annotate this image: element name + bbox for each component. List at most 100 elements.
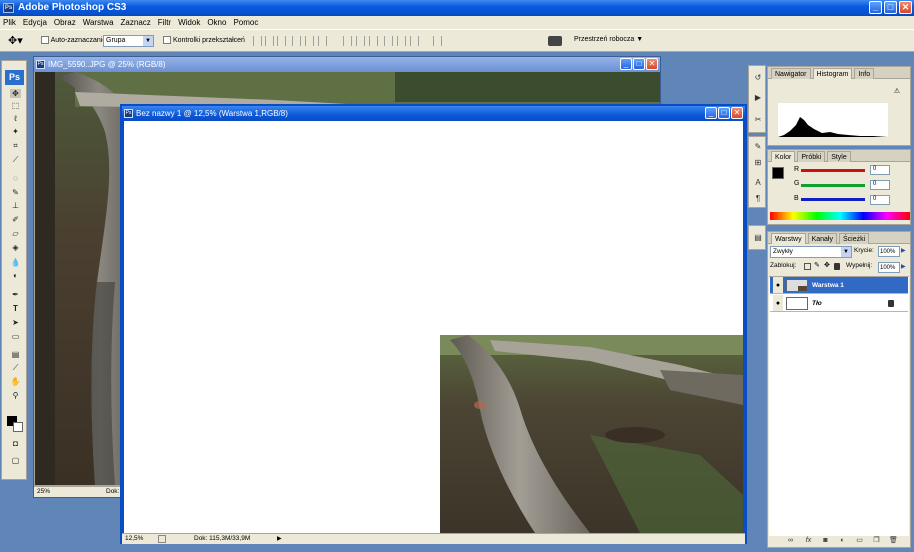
tool-presets-icon[interactable]: ✂: [752, 114, 764, 126]
tab-histogram[interactable]: Histogram: [812, 68, 853, 79]
align-top-icon[interactable]: [253, 36, 262, 46]
tab-styles[interactable]: Style: [827, 151, 851, 162]
link-icon[interactable]: ∞: [786, 536, 795, 545]
paint-bucket-tool-icon[interactable]: ◈: [10, 243, 21, 252]
brush-tool-icon[interactable]: ✎: [10, 188, 21, 197]
menu-file[interactable]: Plik: [3, 18, 16, 27]
tab-info[interactable]: Info: [854, 68, 875, 79]
tab-channels[interactable]: Kanały: [807, 233, 837, 244]
blend-mode-dropdown[interactable]: Zwykły ▼: [770, 246, 852, 258]
menu-view[interactable]: Widok: [178, 18, 200, 27]
background-color-swatch[interactable]: [13, 422, 23, 432]
menu-select[interactable]: Zaznacz: [121, 18, 151, 27]
lock-position-icon[interactable]: ✥: [824, 261, 830, 269]
menu-filter[interactable]: Filtr: [158, 18, 171, 27]
type-tool-icon[interactable]: T: [10, 304, 21, 313]
auto-select-checkbox[interactable]: [41, 36, 49, 44]
adjustment-icon[interactable]: ◐: [838, 536, 847, 545]
zoom-tool-icon[interactable]: ⚲: [10, 391, 21, 400]
crop-tool-icon[interactable]: ⌗: [10, 141, 21, 150]
fill-input[interactable]: 100%: [878, 262, 900, 273]
align-right-icon[interactable]: [318, 36, 327, 46]
status-menu-icon[interactable]: [158, 535, 166, 543]
warning-icon[interactable]: ⚠: [894, 87, 900, 95]
align-vcenter-icon[interactable]: [265, 36, 274, 46]
eyedropper-tool-icon[interactable]: ⟋: [10, 363, 21, 372]
channel-g-slider[interactable]: [801, 184, 865, 187]
move-tool-icon[interactable]: ✥: [10, 89, 21, 98]
lock-transparency-icon[interactable]: [804, 263, 811, 270]
layer-row-warstwa1[interactable]: ● Warstwa 1: [770, 277, 908, 294]
menu-layer[interactable]: Warstwa: [83, 18, 114, 27]
zoom-level[interactable]: 12,5%: [125, 534, 143, 544]
doc-close-button[interactable]: ✕: [646, 58, 658, 70]
notes-tool-icon[interactable]: ▤: [10, 350, 21, 359]
magic-wand-tool-icon[interactable]: ✦: [10, 127, 21, 136]
pen-tool-icon[interactable]: ✒: [10, 290, 21, 299]
layer-row-background[interactable]: ● Tło: [770, 295, 908, 312]
distribute-vcenter-icon[interactable]: [356, 36, 365, 46]
doc-maximize-button[interactable]: □: [718, 107, 730, 119]
channel-r-slider[interactable]: [801, 169, 865, 172]
channel-b-value[interactable]: 0: [870, 195, 890, 205]
group-icon[interactable]: ▭: [855, 536, 864, 545]
minimize-button[interactable]: _: [869, 1, 882, 14]
new-layer-icon[interactable]: ❐: [872, 536, 881, 545]
opacity-input[interactable]: 100%: [878, 246, 900, 257]
tab-navigator[interactable]: Nawigator: [771, 68, 811, 79]
character-icon[interactable]: A: [752, 177, 764, 189]
transform-controls-option[interactable]: Kontrolki przekształceń: [163, 36, 245, 44]
menu-image[interactable]: Obraz: [54, 18, 76, 27]
zoom-level[interactable]: 25%: [37, 487, 50, 497]
distribute-right-icon[interactable]: [410, 36, 419, 46]
menu-edit[interactable]: Edycja: [23, 18, 47, 27]
clone-stamp-tool-icon[interactable]: ⊥: [10, 201, 21, 210]
menu-window[interactable]: Okno: [207, 18, 226, 27]
screen-mode-icon[interactable]: ▢: [10, 456, 21, 465]
foreground-color-swatch[interactable]: [772, 167, 784, 179]
move-tool-preset-icon[interactable]: ✥▾: [8, 34, 30, 48]
document-canvas[interactable]: [124, 121, 743, 533]
channel-b-slider[interactable]: [801, 198, 865, 201]
document-title-bar-active[interactable]: Ps Bez nazwy 1 @ 12,5% (Warstwa 1,RGB/8)…: [122, 106, 745, 121]
color-spectrum-ramp[interactable]: [770, 212, 910, 220]
doc-minimize-button[interactable]: _: [705, 107, 717, 119]
channel-g-value[interactable]: 0: [870, 180, 890, 190]
mask-icon[interactable]: ◙: [821, 536, 830, 545]
document-title-bar[interactable]: Ps IMG_5590..JPG @ 25% (RGB/8) _ □ ✕: [34, 57, 660, 72]
distribute-bottom-icon[interactable]: [369, 36, 378, 46]
distribute-hcenter-icon[interactable]: [397, 36, 406, 46]
marquee-tool-icon[interactable]: ⬚: [10, 101, 21, 110]
tab-layers[interactable]: Warstwy: [771, 233, 806, 244]
align-hcenter-icon[interactable]: [305, 36, 314, 46]
tab-paths[interactable]: Ścieżki: [838, 233, 870, 244]
transform-controls-checkbox[interactable]: [163, 36, 171, 44]
auto-select-dropdown[interactable]: Grupa ▼: [103, 35, 154, 47]
eraser-tool-icon[interactable]: ▱: [10, 229, 21, 238]
align-left-icon[interactable]: [292, 36, 301, 46]
doc-minimize-button[interactable]: _: [620, 58, 632, 70]
bridge-icon[interactable]: [548, 36, 562, 46]
document-window-untitled[interactable]: Ps Bez nazwy 1 @ 12,5% (Warstwa 1,RGB/8)…: [120, 104, 747, 544]
document-info[interactable]: Dok: 115,3M/33,9M: [194, 534, 250, 544]
blur-tool-icon[interactable]: 💧: [10, 258, 21, 267]
actions-icon[interactable]: ▶: [752, 92, 764, 104]
doc-close-button[interactable]: ✕: [731, 107, 743, 119]
clone-source-icon[interactable]: ⊞: [752, 157, 764, 169]
layer-comps-icon[interactable]: ▤: [752, 232, 764, 244]
close-button[interactable]: ✕: [899, 1, 912, 14]
slice-tool-icon[interactable]: ⟋: [10, 155, 21, 164]
workspace-menu[interactable]: Przestrzeń robocza ▼: [574, 36, 643, 43]
trash-icon[interactable]: 🗑: [889, 536, 898, 545]
distribute-top-icon[interactable]: [343, 36, 352, 46]
hand-tool-icon[interactable]: ✋: [10, 377, 21, 386]
brushes-icon[interactable]: ✎: [752, 141, 764, 153]
status-arrow-icon[interactable]: ▶: [277, 534, 282, 544]
lock-all-icon[interactable]: [834, 263, 840, 270]
quick-mask-icon[interactable]: ◘: [10, 439, 21, 448]
document-info[interactable]: Dok:: [106, 487, 119, 497]
channel-r-value[interactable]: 0: [870, 165, 890, 175]
auto-select-option[interactable]: Auto-zaznaczanie:: [41, 36, 108, 44]
maximize-button[interactable]: □: [884, 1, 897, 14]
tab-color[interactable]: Kolor: [771, 151, 796, 162]
